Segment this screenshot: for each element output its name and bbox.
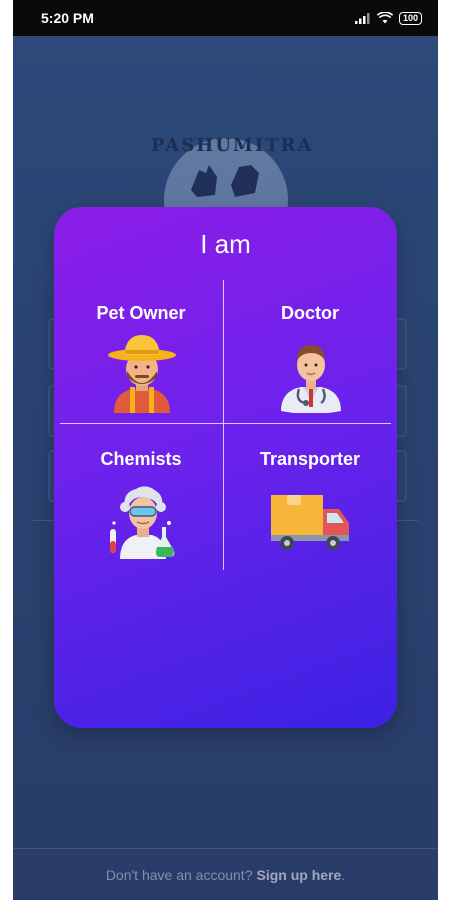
option-label: Doctor (281, 303, 339, 323)
battery-icon: 100 (398, 11, 422, 25)
option-label: Pet Owner (96, 303, 186, 323)
status-time: 5:20 PM (41, 10, 94, 26)
vertical-divider (223, 280, 224, 570)
option-transporter[interactable]: Transporter (229, 449, 391, 589)
signal-icon (354, 13, 370, 24)
dialog-title: I am (200, 229, 251, 259)
truck-icon (271, 495, 349, 550)
signup-prompt: Don't have an account? (105, 867, 253, 883)
background-logo-text: PASHUMITRA (151, 135, 314, 156)
option-label: Chemists (100, 449, 182, 469)
signup-link[interactable]: Sign up here (256, 867, 341, 883)
role-selection-dialog: I am Pet Owner Doctor Chemists Transport… (54, 207, 397, 728)
signup-suffix: . (341, 867, 346, 883)
farmer-icon (108, 335, 176, 413)
phone-screen: 5:20 PM 100 PASHUMITRA I am Pet Owner Do… (13, 0, 438, 900)
doctor-icon (281, 345, 341, 413)
status-bar: 5:20 PM 100 (13, 0, 438, 36)
option-chemists[interactable]: Chemists (60, 449, 222, 589)
option-label: Transporter (259, 449, 361, 469)
wifi-icon (376, 12, 393, 24)
status-icons: 100 (354, 11, 422, 25)
option-pet-owner[interactable]: Pet Owner (60, 303, 222, 443)
chemist-icon (110, 486, 175, 559)
option-doctor[interactable]: Doctor (229, 303, 391, 443)
signup-footer: Don't have an account? Sign up here. (13, 848, 438, 900)
